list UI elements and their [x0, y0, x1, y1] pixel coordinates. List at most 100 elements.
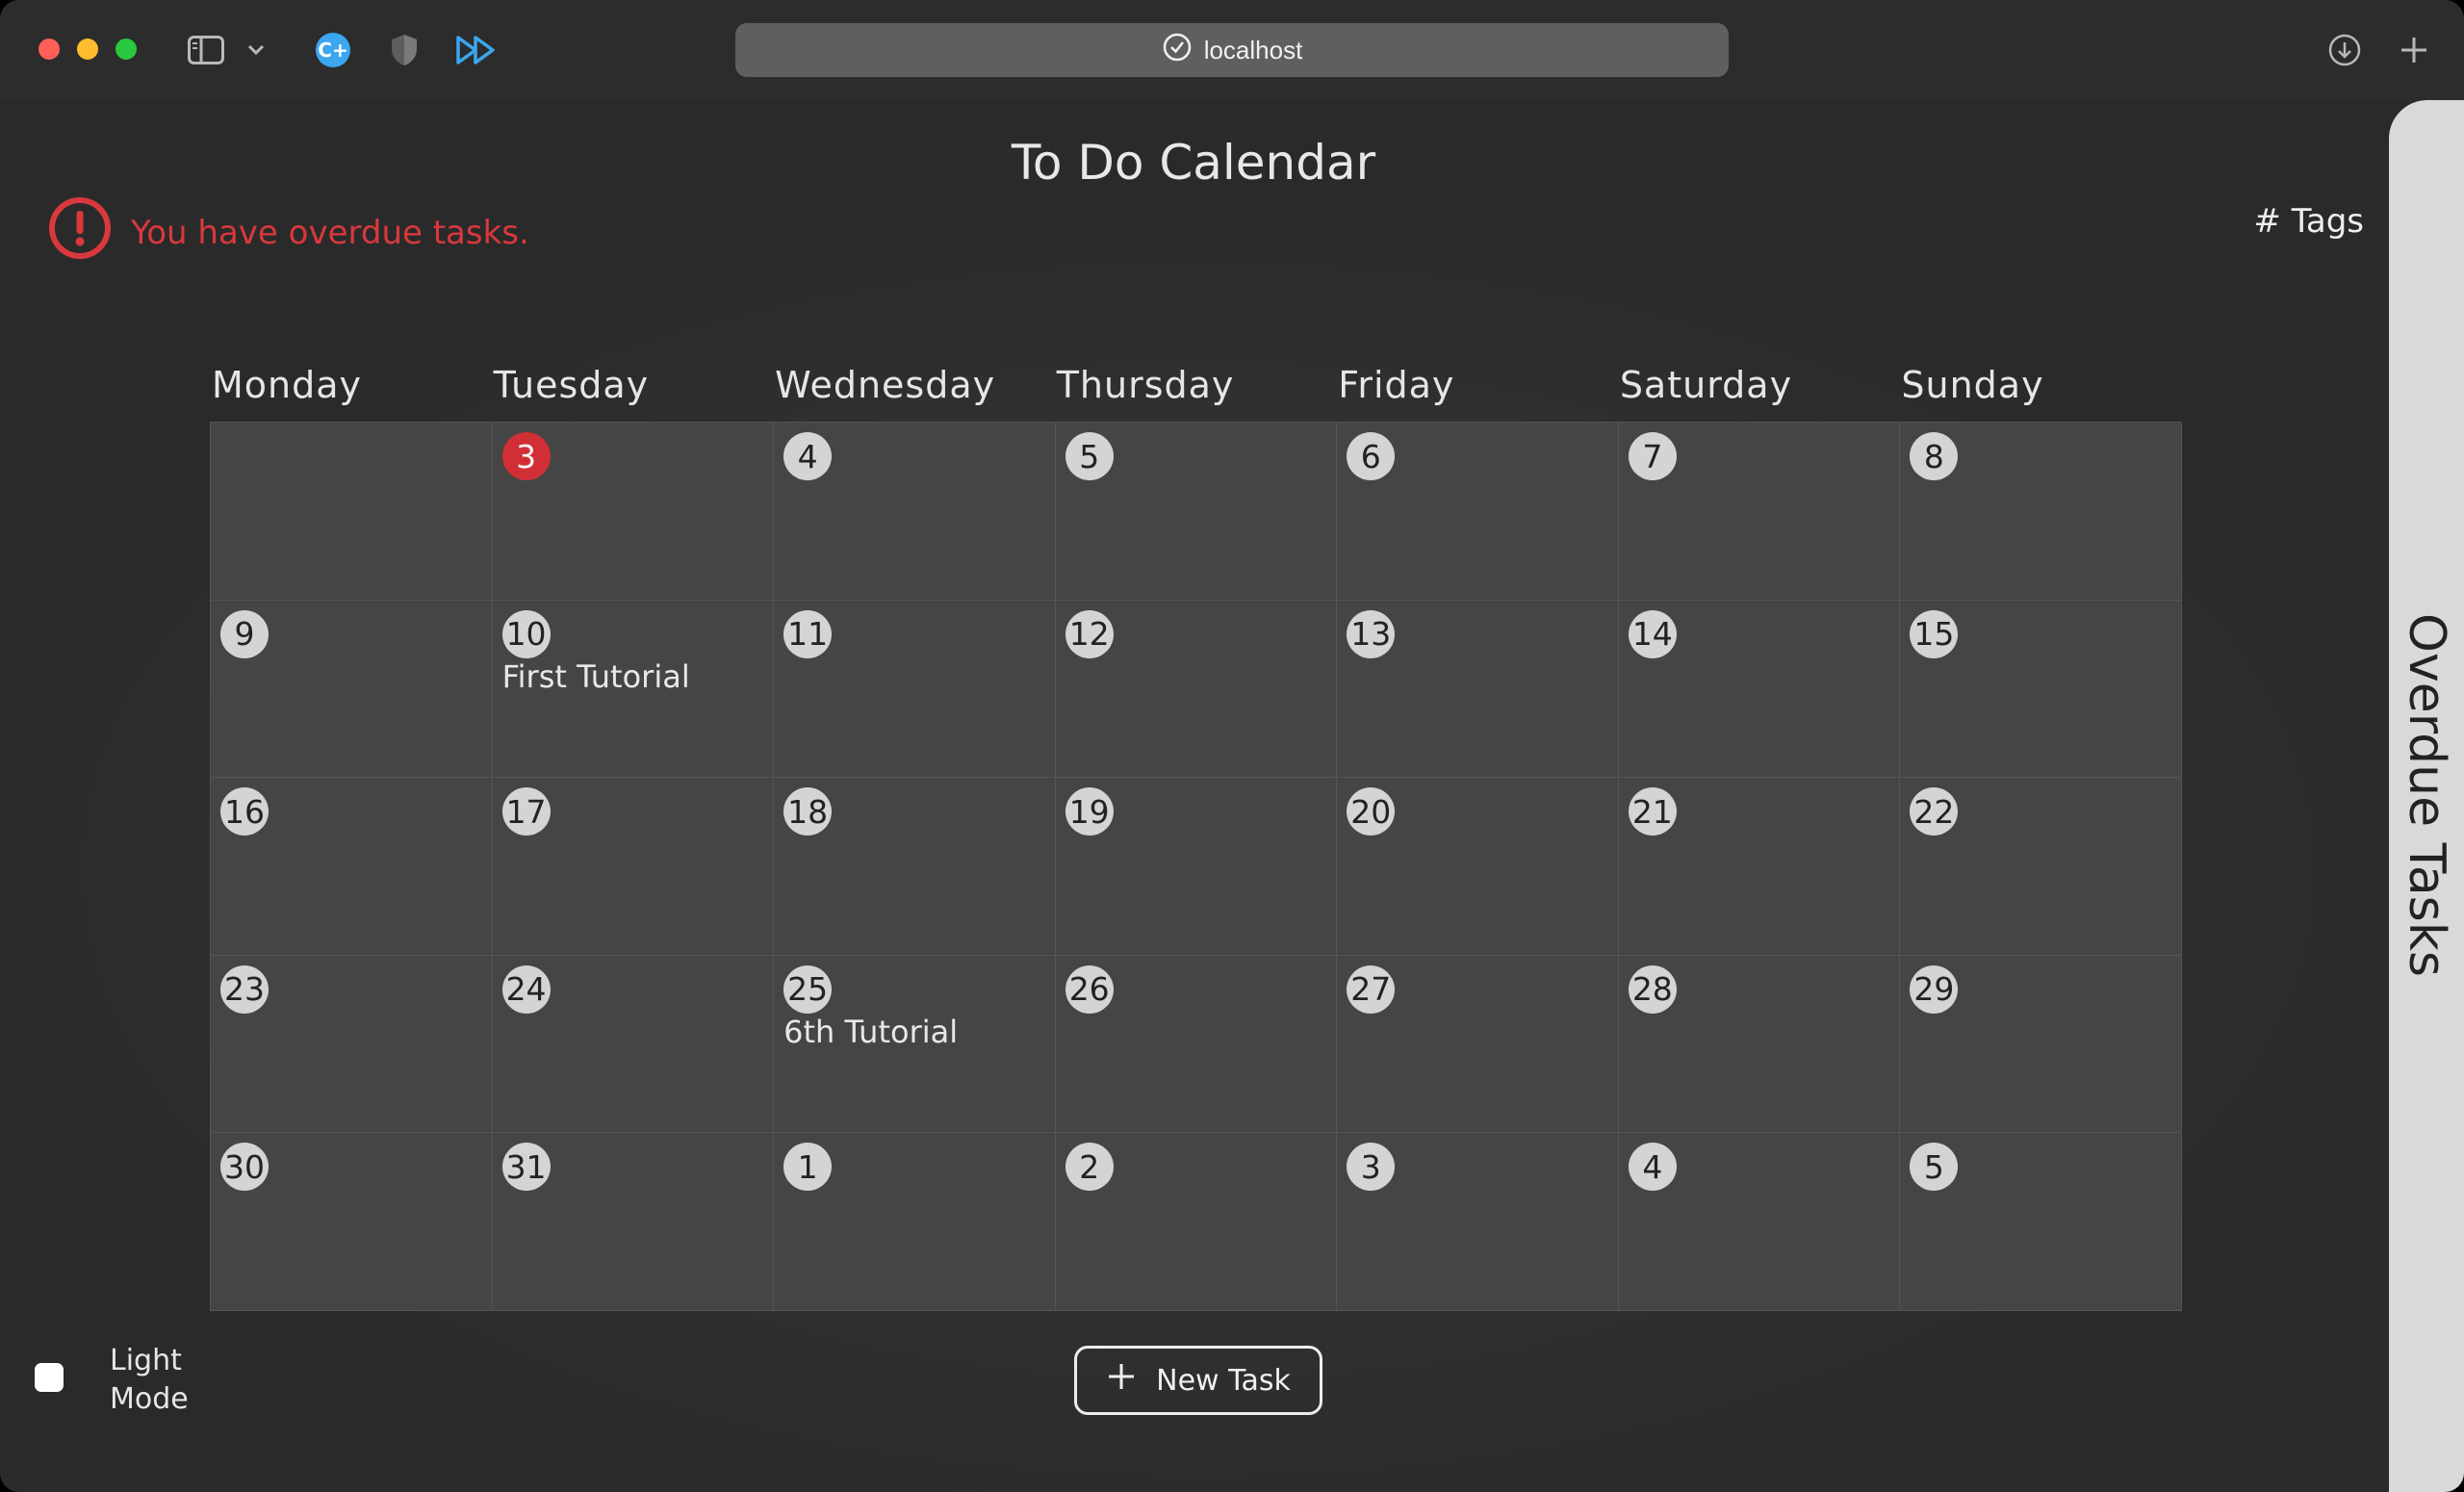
calendar-day-cell[interactable]: 12: [1055, 600, 1338, 779]
calendar-day-cell[interactable]: 21: [1618, 778, 1901, 956]
today-day-number: 3: [501, 432, 551, 480]
weekday-header: Monday Tuesday Wednesday Thursday Friday Satu…: [210, 345, 2181, 422]
day-number: 27: [1347, 965, 1396, 1014]
calendar-day-cell[interactable]: 13: [1337, 600, 1619, 779]
day-number: 12: [1065, 609, 1114, 658]
page-content: To Do Calendar You have overdue tasks. #…: [0, 100, 2387, 1492]
light-mode-label: Light Mode: [110, 1342, 189, 1419]
calendar-day-cell[interactable]: 8: [1900, 423, 2182, 601]
day-number: 26: [1065, 965, 1114, 1014]
chevron-down-icon[interactable]: [244, 29, 268, 71]
weekday-tuesday: Tuesday: [493, 364, 650, 406]
calendar-day-cell[interactable]: 3: [492, 423, 775, 601]
day-number: 18: [783, 787, 833, 836]
sidebar-toggle-icon[interactable]: [187, 29, 225, 71]
calendar-day-cell[interactable]: 30: [211, 1133, 493, 1311]
calendar-day-cell[interactable]: 15: [1900, 600, 2182, 779]
day-number: 15: [1910, 609, 1959, 658]
calendar: Monday Tuesday Wednesday Thursday Friday Satu…: [210, 345, 2182, 1311]
calendar-day-cell[interactable]: 25 6th Tutorial: [774, 955, 1056, 1134]
calendar-day-cell[interactable]: 4: [774, 423, 1056, 601]
day-number: 11: [783, 609, 833, 658]
calendar-day-cell[interactable]: 2: [1055, 1133, 1338, 1311]
calendar-day-cell[interactable]: 5: [1900, 1133, 2182, 1311]
close-window-button[interactable]: [38, 39, 60, 60]
day-number: 25: [783, 965, 833, 1014]
task-label[interactable]: 6th Tutorial: [783, 1014, 958, 1050]
calendar-day-cell[interactable]: 26: [1055, 955, 1338, 1134]
task-label[interactable]: First Tutorial: [502, 658, 690, 695]
calendar-day-cell[interactable]: 18: [774, 778, 1056, 956]
svg-text:C+: C+: [318, 39, 347, 62]
day-number: 21: [1628, 787, 1677, 836]
shield-icon[interactable]: [387, 29, 422, 71]
calendar-day-cell[interactable]: 23: [211, 955, 493, 1134]
fast-forward-icon[interactable]: [454, 29, 497, 71]
overdue-tasks-label: Overdue Tasks: [2398, 613, 2455, 977]
new-task-button[interactable]: New Task: [1074, 1346, 1322, 1415]
calendar-day-cell[interactable]: 7: [1618, 423, 1901, 601]
secure-check-icon: [1162, 32, 1193, 69]
weekday-sunday: Sunday: [1901, 364, 2044, 406]
overdue-alert: You have overdue tasks.: [48, 196, 529, 269]
day-number: 9: [220, 609, 269, 658]
address-text: localhost: [1203, 35, 1303, 64]
address-bar[interactable]: localhost: [735, 23, 1729, 77]
calendar-day-cell[interactable]: 19: [1055, 778, 1338, 956]
calendar-day-cell[interactable]: 4: [1618, 1133, 1901, 1311]
day-number: 1: [783, 1143, 833, 1192]
calendar-day-cell[interactable]: 9: [211, 600, 493, 779]
download-icon[interactable]: [2325, 29, 2364, 71]
maximize-window-button[interactable]: [116, 39, 137, 60]
browser-toolbar: C+ localhost: [0, 0, 2464, 100]
new-tab-plus-icon[interactable]: [2397, 29, 2431, 71]
day-number: 22: [1910, 787, 1959, 836]
calendar-day-cell[interactable]: 17: [492, 778, 775, 956]
day-number: 8: [1910, 432, 1959, 480]
day-number: 28: [1628, 965, 1677, 1014]
light-mode-checkbox[interactable]: [35, 1363, 64, 1392]
tags-link[interactable]: # Tags: [2253, 202, 2364, 241]
calendar-day-cell[interactable]: 29: [1900, 955, 2182, 1134]
day-number: 24: [501, 965, 551, 1014]
alert-text: You have overdue tasks.: [131, 213, 529, 252]
day-number: 30: [220, 1143, 269, 1192]
calendar-day-cell[interactable]: 14: [1618, 600, 1901, 779]
day-number: 10: [501, 609, 551, 658]
weekday-saturday: Saturday: [1619, 364, 1793, 406]
calendar-day-cell[interactable]: 28: [1618, 955, 1901, 1134]
light-mode-label-line2: Mode: [110, 1382, 189, 1416]
day-number: 7: [1628, 432, 1677, 480]
minimize-window-button[interactable]: [77, 39, 98, 60]
day-number: 17: [501, 787, 551, 836]
day-number: 5: [1910, 1143, 1959, 1192]
extension-cplus-icon[interactable]: C+: [314, 29, 352, 71]
day-number: 31: [501, 1143, 551, 1192]
browser-window: C+ localhost To Do Calendar You have ove…: [0, 0, 2464, 1492]
day-number: 20: [1347, 787, 1396, 836]
light-mode-label-line1: Light: [110, 1344, 182, 1377]
calendar-day-cell[interactable]: 3: [1337, 1133, 1619, 1311]
alert-exclamation-icon: [48, 196, 112, 269]
calendar-day-cell[interactable]: [211, 423, 493, 601]
calendar-day-cell[interactable]: 10 First Tutorial: [492, 600, 775, 779]
calendar-day-cell[interactable]: 11: [774, 600, 1056, 779]
calendar-day-cell[interactable]: 22: [1900, 778, 2182, 956]
calendar-day-cell[interactable]: 20: [1337, 778, 1619, 956]
day-number: 14: [1628, 609, 1677, 658]
calendar-day-cell[interactable]: 6: [1337, 423, 1619, 601]
calendar-grid: 3 4 5 6 7 8 9 10 First Tutorial 11 12 13 14 15 16 17 18 1…: [210, 422, 2182, 1311]
day-number: 13: [1347, 609, 1396, 658]
page-title: To Do Calendar: [1011, 135, 1376, 191]
calendar-day-cell[interactable]: 1: [774, 1133, 1056, 1311]
calendar-day-cell[interactable]: 27: [1337, 955, 1619, 1134]
calendar-day-cell[interactable]: 5: [1055, 423, 1338, 601]
overdue-tasks-panel-tab[interactable]: Overdue Tasks: [2389, 100, 2464, 1492]
day-number: 5: [1065, 432, 1114, 480]
calendar-day-cell[interactable]: 24: [492, 955, 775, 1134]
calendar-day-cell[interactable]: 31: [492, 1133, 775, 1311]
day-number: 6: [1347, 432, 1396, 480]
day-number: 2: [1065, 1143, 1114, 1192]
calendar-day-cell[interactable]: 16: [211, 778, 493, 956]
day-number: 3: [1347, 1143, 1396, 1192]
